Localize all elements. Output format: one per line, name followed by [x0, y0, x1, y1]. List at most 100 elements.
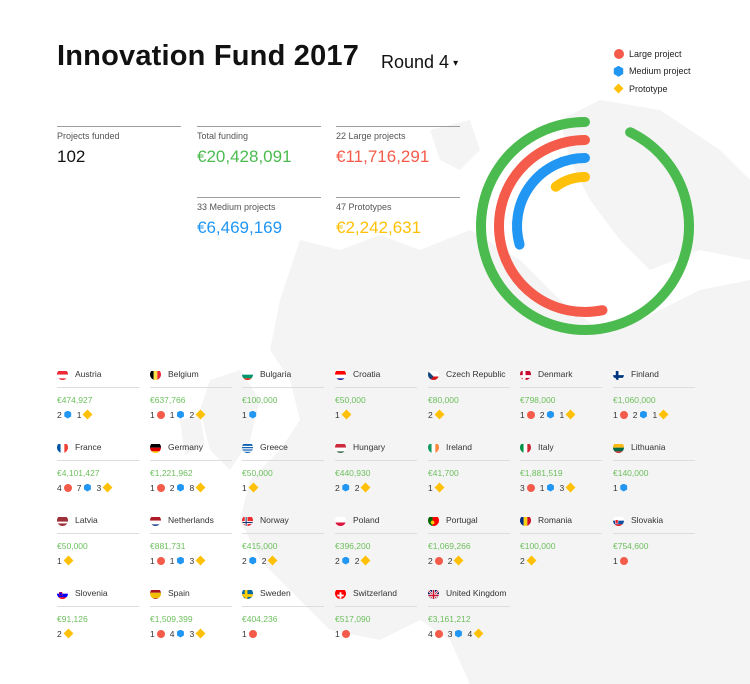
country-card-switzerland[interactable]: Switzerland €517,090 1: [335, 585, 417, 639]
stat-value: €20,428,091: [197, 147, 292, 166]
country-header: Czech Republic: [428, 366, 510, 388]
country-card-netherlands[interactable]: Netherlands €881,731 1 1 3: [150, 512, 232, 566]
circle-icon: [156, 556, 165, 565]
legend-label: Prototype: [629, 83, 668, 94]
country-card-italy[interactable]: Italy €1,881,519 3 1 3: [520, 439, 602, 493]
flag-norway-icon: [242, 515, 253, 526]
country-header: Greece: [242, 439, 324, 461]
hexagon-icon: [640, 410, 647, 419]
country-amount: €798,000: [520, 395, 556, 405]
project-counts: 1: [242, 628, 324, 639]
medium-count: 1: [242, 410, 257, 420]
country-card-poland[interactable]: Poland €396,200 22: [335, 512, 417, 566]
diamond-icon: [83, 409, 93, 420]
project-counts: 1 2 1: [520, 409, 602, 420]
flag-greece-icon: [242, 442, 253, 453]
country-card-latvia[interactable]: Latvia €50,000 1: [57, 512, 139, 566]
country-card-czech[interactable]: Czech Republic €80,000 2: [428, 366, 510, 420]
project-counts: 1 4 3: [150, 628, 232, 639]
hexagon-icon: [620, 483, 628, 492]
flag-finland-icon: [613, 369, 624, 380]
project-counts: 1: [613, 482, 695, 493]
country-card-belgium[interactable]: Belgium €637,766 1 1 2: [150, 366, 232, 420]
hexagon-icon: [342, 556, 350, 565]
country-card-france[interactable]: France €4,101,427 4 7 3: [57, 439, 139, 493]
country-amount: €41,700: [428, 468, 459, 478]
circle-icon: [248, 629, 257, 638]
medium-count: 2: [170, 483, 185, 493]
count-value: 3: [96, 482, 102, 493]
count-value: 1: [335, 628, 340, 639]
country-amount: €140,000: [613, 468, 649, 478]
project-counts: 1: [242, 409, 324, 420]
country-card-greece[interactable]: Greece €50,000 1: [242, 439, 324, 493]
prototype-count: 2: [428, 410, 445, 420]
hexagon-icon: [342, 483, 350, 492]
country-name: Norway: [260, 515, 289, 525]
country-card-norway[interactable]: Norway €415,000 22: [242, 512, 324, 566]
prototype-count: 8: [189, 482, 206, 493]
country-card-uk[interactable]: United Kingdom €3,161,212 4 3 4: [428, 585, 510, 639]
count-value: 1: [150, 555, 155, 566]
diamond-icon: [195, 555, 206, 566]
country-card-croatia[interactable]: Croatia €50,000 1: [335, 366, 417, 420]
country-card-bulgaria[interactable]: Bulgaria €100,000 1: [242, 366, 324, 420]
prototype-count: 2: [355, 556, 371, 566]
medium-count: 2: [242, 556, 257, 566]
count-value: 8: [189, 482, 195, 493]
stat-label: Projects funded: [57, 131, 120, 141]
circle-icon: [434, 556, 443, 565]
diamond-icon: [613, 83, 624, 94]
country-header: Slovakia: [613, 512, 695, 534]
medium-count: 1: [170, 556, 185, 566]
prototype-count: 3: [189, 555, 206, 566]
country-card-hungary[interactable]: Hungary €440,930 22: [335, 439, 417, 493]
round-dropdown[interactable]: Round 4 ▾: [381, 52, 458, 73]
project-counts: 4 7 3: [57, 482, 139, 493]
count-value: 2: [354, 555, 360, 566]
medium-count: 2: [335, 556, 350, 566]
medium-count: 1: [613, 483, 628, 493]
stat-label: Total funding: [197, 131, 249, 141]
project-counts: 3 1 3: [520, 482, 602, 493]
prototype-count: 2: [448, 556, 464, 566]
stat-label: 22 Large projects: [336, 131, 406, 141]
prototype-count: 2: [262, 556, 278, 566]
hexagon-icon: [177, 556, 184, 565]
prototype-count: 1: [242, 483, 259, 493]
country-amount: €91,126: [57, 614, 88, 624]
flag-slovenia-icon: [57, 588, 68, 599]
country-card-finland[interactable]: Finland €1,060,000 1 2 1: [613, 366, 695, 420]
prototype-count: 3: [559, 483, 576, 493]
country-amount: €517,090: [335, 614, 371, 624]
stat-label: 33 Medium projects: [197, 202, 276, 212]
chevron-down-icon: ▾: [453, 57, 459, 69]
country-name: Bulgaria: [260, 369, 292, 379]
country-card-slovakia[interactable]: Slovakia €754,600 1: [613, 512, 695, 566]
country-card-austria[interactable]: Austria €474,927 21: [57, 366, 139, 420]
circle-icon: [63, 483, 72, 492]
country-name: Latvia: [75, 515, 98, 525]
prototype-count: 4: [467, 629, 484, 639]
large-count: 3: [520, 483, 535, 493]
country-card-germany[interactable]: Germany €1,221,962 1 2 8: [150, 439, 232, 493]
country-header: Romania: [520, 512, 602, 534]
large-count: 1: [150, 556, 165, 566]
country-card-spain[interactable]: Spain €1,509,399 1 4 3: [150, 585, 232, 639]
legend-item-prototype: Prototype: [613, 80, 691, 98]
country-card-denmark[interactable]: Denmark €798,000 1 2 1: [520, 366, 602, 420]
prototype-count: 2: [355, 483, 371, 493]
stat-prototypes: 47 Prototypes €2,242,631: [336, 197, 460, 238]
prototype-count: 1: [57, 556, 74, 566]
stat-large-projects: 22 Large projects €11,716,291: [336, 126, 460, 167]
stat-label: 47 Prototypes: [336, 202, 392, 212]
country-card-portugal[interactable]: Portugal €1,069,266 22: [428, 512, 510, 566]
circle-icon: [619, 410, 628, 419]
country-card-ireland[interactable]: Ireland €41,700 1: [428, 439, 510, 493]
country-name: Denmark: [538, 369, 573, 379]
country-card-slovenia[interactable]: Slovenia €91,126 2: [57, 585, 139, 639]
country-card-romania[interactable]: Romania €100,000 2: [520, 512, 602, 566]
country-card-lithuania[interactable]: Lithuania €140,000 1: [613, 439, 695, 493]
country-card-sweden[interactable]: Sweden €404,236 1: [242, 585, 324, 639]
count-value: 3: [189, 555, 195, 566]
